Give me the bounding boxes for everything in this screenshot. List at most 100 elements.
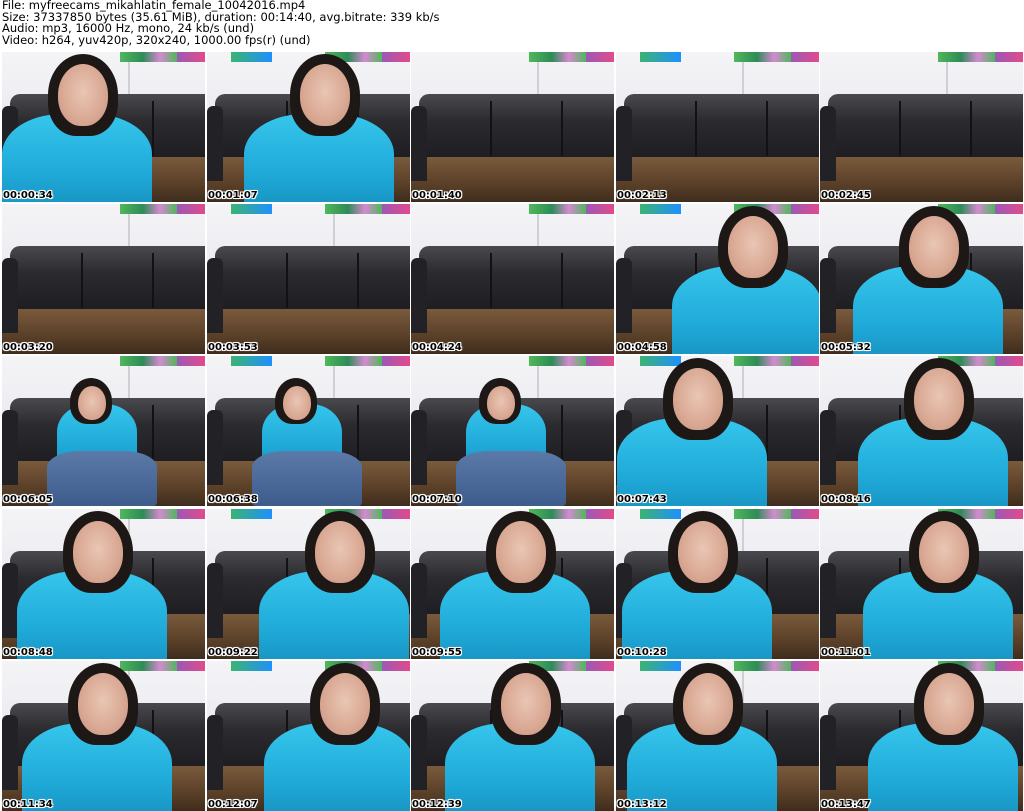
sofa-backrest xyxy=(624,94,819,163)
timestamp-label: 00:13:12 xyxy=(617,799,667,810)
video-thumbnail: 00:02:13 xyxy=(616,52,819,202)
face xyxy=(728,216,778,278)
sofa-backrest xyxy=(828,94,1023,163)
poster xyxy=(231,204,272,214)
video-thumbnail: 00:08:48 xyxy=(2,509,205,659)
video-thumbnail: 00:13:12 xyxy=(616,661,819,811)
person-figure xyxy=(616,661,819,811)
file-info-header: File: myfreecams_mikahlatin_female_10042… xyxy=(2,0,1002,46)
thumbnail-grid: 00:00:34 00:01:07 00:01:40 00:02:13 00:02:45… xyxy=(2,52,1023,811)
timestamp-label: 00:10:28 xyxy=(617,647,667,658)
poster xyxy=(585,52,614,62)
video-thumbnail: 00:06:05 xyxy=(2,356,205,506)
timestamp-label: 00:04:24 xyxy=(412,342,462,353)
video-thumbnail: 00:06:38 xyxy=(207,356,410,506)
face xyxy=(78,386,106,420)
sofa-backrest xyxy=(10,246,205,315)
person-figure xyxy=(820,204,1023,354)
timestamp-label: 00:07:10 xyxy=(412,494,462,505)
sofa-backrest xyxy=(419,246,614,315)
video-thumbnail: 00:11:34 xyxy=(2,661,205,811)
person-figure xyxy=(207,52,410,202)
video-thumbnail: 00:12:07 xyxy=(207,661,410,811)
person-figure xyxy=(411,509,614,659)
timestamp-label: 00:12:07 xyxy=(208,799,258,810)
sofa-arm xyxy=(207,258,224,333)
face xyxy=(73,521,123,583)
timestamp-label: 00:03:53 xyxy=(208,342,258,353)
poster xyxy=(585,204,614,214)
sofa-arm xyxy=(411,258,428,333)
video-thumbnail: 00:01:07 xyxy=(207,52,410,202)
person-figure xyxy=(820,661,1023,811)
timestamp-label: 00:09:55 xyxy=(412,647,462,658)
video-thumbnail: 00:09:22 xyxy=(207,509,410,659)
video-thumbnail: 00:11:01 xyxy=(820,509,1023,659)
person-figure xyxy=(616,356,819,506)
poster xyxy=(937,52,995,62)
timestamp-label: 00:01:07 xyxy=(208,190,258,201)
poster xyxy=(528,204,586,214)
timestamp-label: 00:12:39 xyxy=(412,799,462,810)
video-thumbnail: 00:09:55 xyxy=(411,509,614,659)
person-figure xyxy=(2,52,205,202)
video-thumbnail: 00:13:47 xyxy=(820,661,1023,811)
face xyxy=(919,521,969,583)
person-figure xyxy=(2,661,205,811)
timestamp-label: 00:03:20 xyxy=(3,342,53,353)
sofa-arm xyxy=(2,258,19,333)
timestamp-label: 00:05:32 xyxy=(821,342,871,353)
face xyxy=(678,521,728,583)
poster xyxy=(994,52,1023,62)
timestamp-label: 00:04:58 xyxy=(617,342,667,353)
sofa-arm xyxy=(411,106,428,181)
face xyxy=(78,673,128,735)
timestamp-label: 00:07:43 xyxy=(617,494,667,505)
timestamp-label: 00:01:40 xyxy=(412,190,462,201)
timestamp-label: 00:06:38 xyxy=(208,494,258,505)
timestamp-label: 00:00:34 xyxy=(3,190,53,201)
face xyxy=(683,673,733,735)
person-figure xyxy=(820,509,1023,659)
poster xyxy=(324,204,382,214)
face xyxy=(283,386,311,420)
person-figure xyxy=(207,661,410,811)
timestamp-label: 00:06:05 xyxy=(3,494,53,505)
sofa-arm xyxy=(616,106,633,181)
person-figure xyxy=(411,661,614,811)
video-thumbnail: 00:04:24 xyxy=(411,204,614,354)
video-thumbnail: 00:10:28 xyxy=(616,509,819,659)
person-figure xyxy=(411,356,614,506)
timestamp-label: 00:11:34 xyxy=(3,799,53,810)
face xyxy=(501,673,551,735)
jeans xyxy=(252,451,362,506)
face xyxy=(914,368,964,430)
person-figure xyxy=(207,509,410,659)
poster xyxy=(528,52,586,62)
face xyxy=(924,673,974,735)
sofa-backrest xyxy=(419,94,614,163)
jeans xyxy=(47,451,157,506)
sofa-backrest xyxy=(215,246,410,315)
person-figure xyxy=(616,509,819,659)
person-figure xyxy=(616,204,819,354)
poster xyxy=(176,204,205,214)
video-thumbnail: 00:07:10 xyxy=(411,356,614,506)
video-thumbnail: 00:01:40 xyxy=(411,52,614,202)
video-thumbnail: 00:04:58 xyxy=(616,204,819,354)
face xyxy=(909,216,959,278)
poster xyxy=(119,204,177,214)
person-figure xyxy=(820,356,1023,506)
timestamp-label: 00:08:16 xyxy=(821,494,871,505)
video-thumbnail: 00:02:45 xyxy=(820,52,1023,202)
poster xyxy=(733,52,791,62)
video-thumbnail: 00:08:16 xyxy=(820,356,1023,506)
timestamp-label: 00:09:22 xyxy=(208,647,258,658)
timestamp-label: 00:11:01 xyxy=(821,647,871,658)
poster xyxy=(640,52,681,62)
face xyxy=(320,673,370,735)
sofa-arm xyxy=(820,106,837,181)
jeans xyxy=(456,451,566,506)
timestamp-label: 00:08:48 xyxy=(3,647,53,658)
video-thumbnail: 00:00:34 xyxy=(2,52,205,202)
